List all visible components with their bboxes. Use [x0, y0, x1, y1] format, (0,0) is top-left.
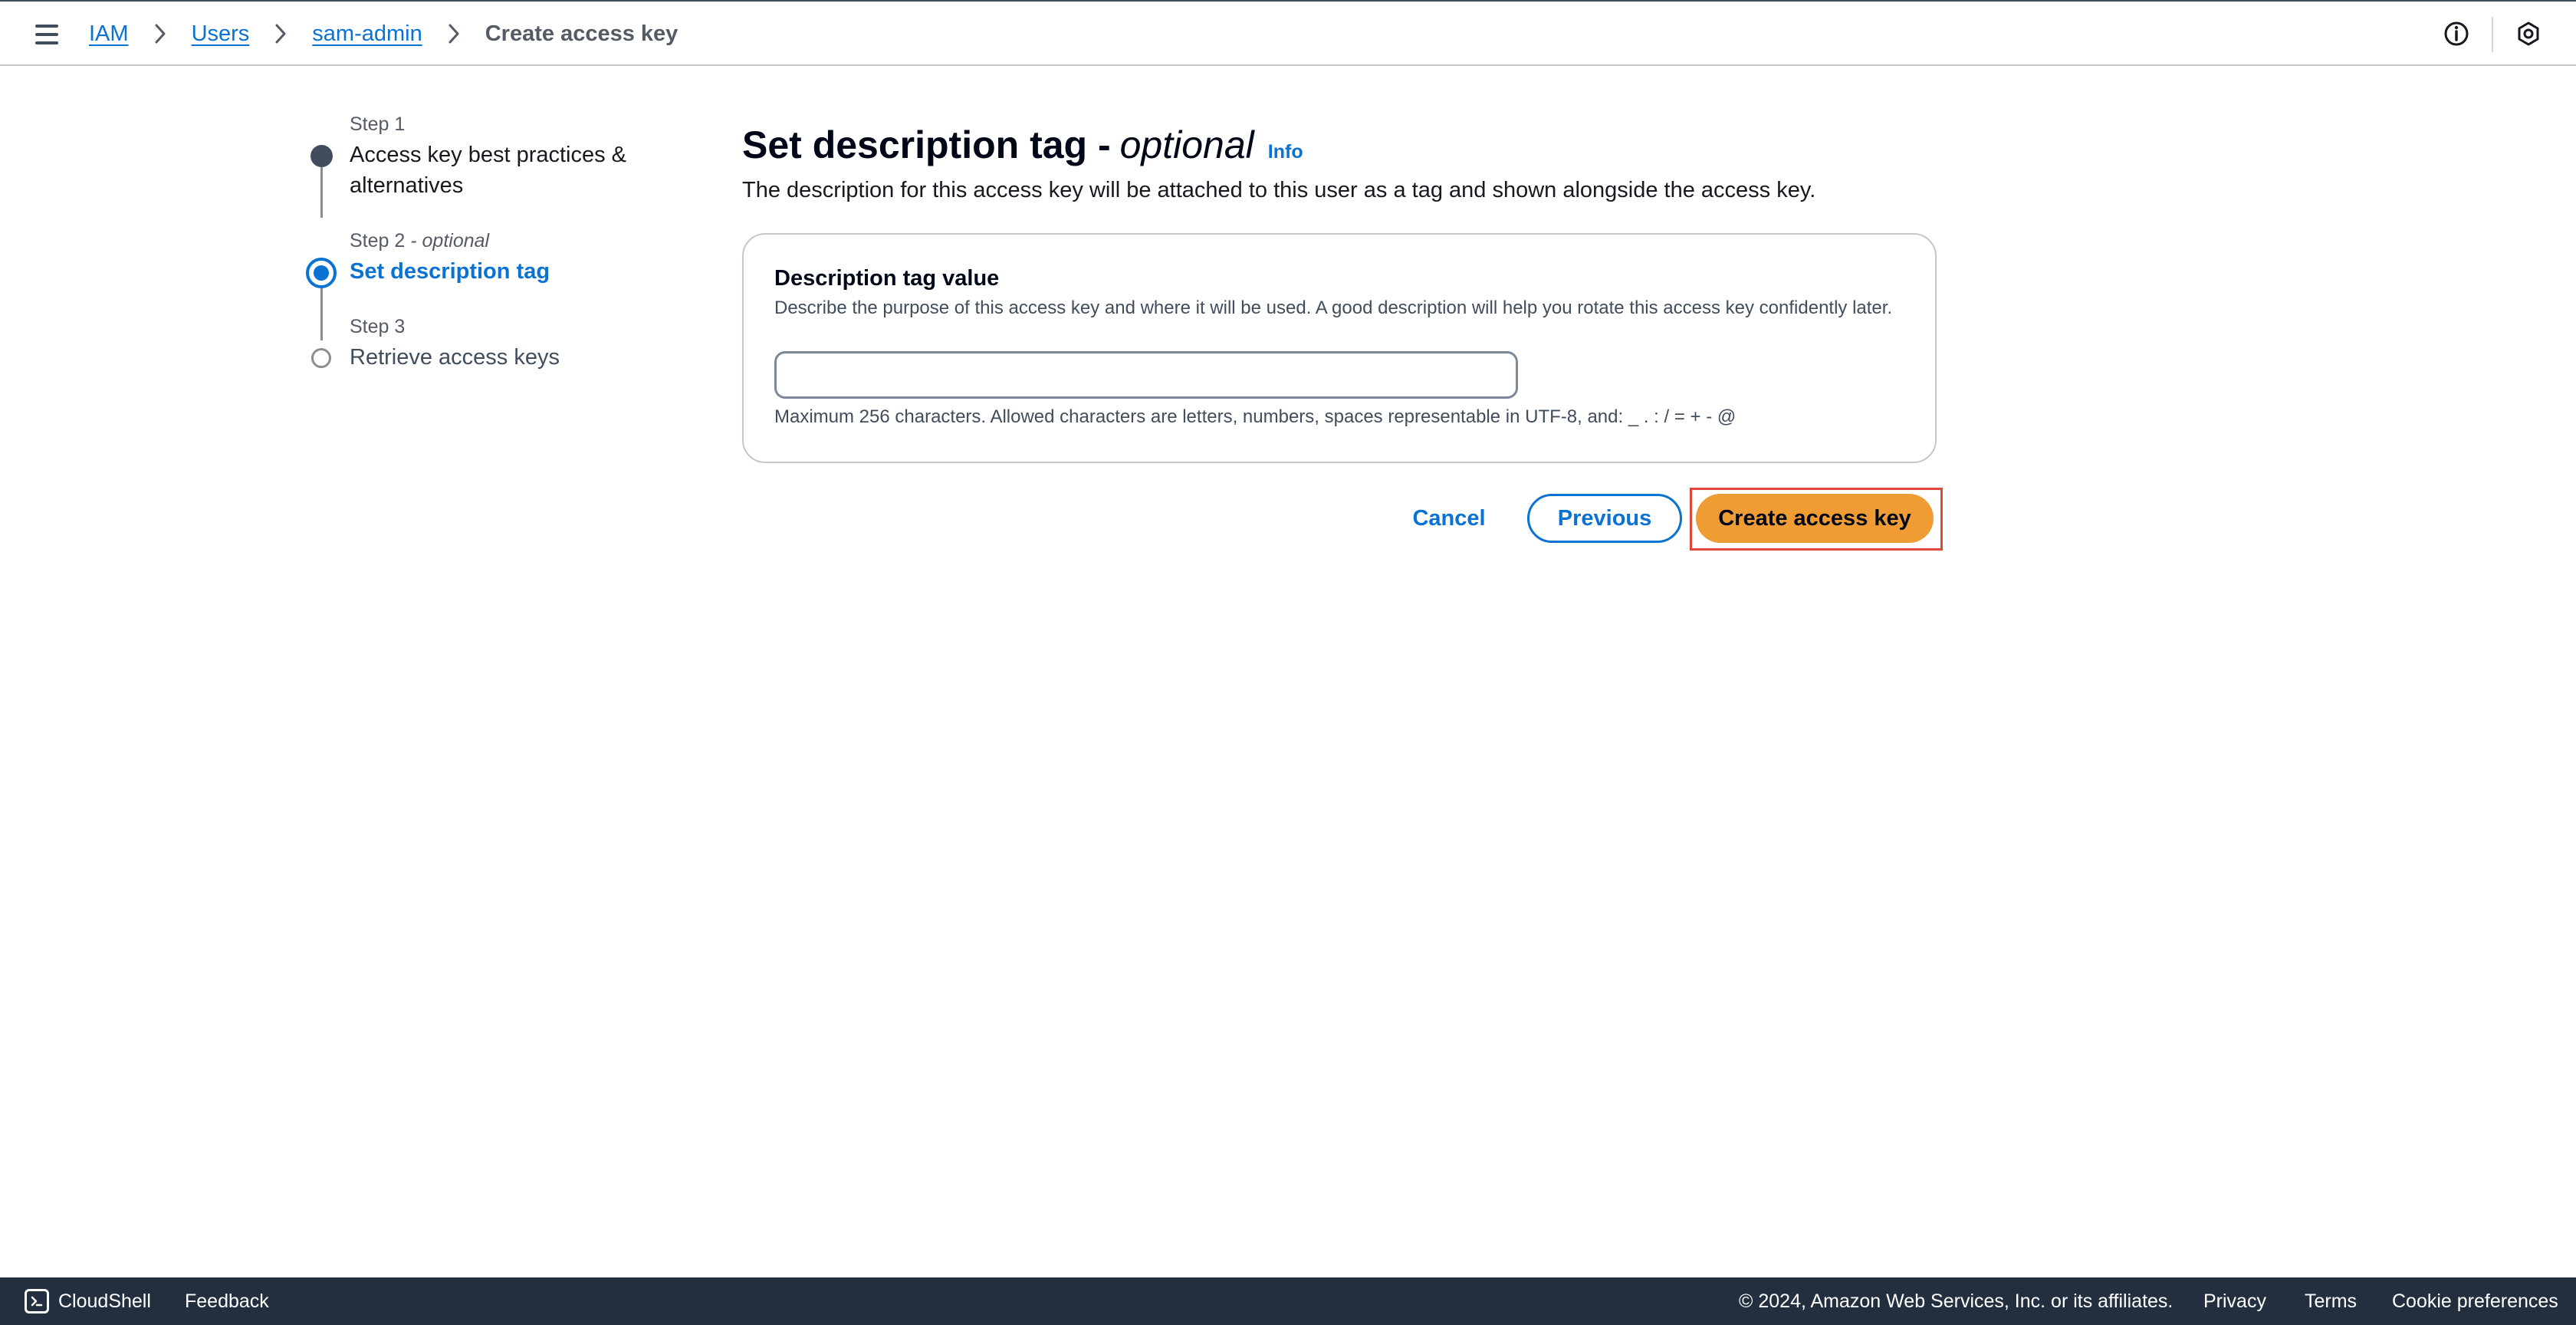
info-icon[interactable] — [2441, 18, 2472, 49]
step-1-title-line2: alternatives — [350, 173, 464, 198]
info-link[interactable]: Info — [1268, 141, 1303, 163]
chevron-right-icon — [438, 22, 470, 45]
step-2-optional: - optional — [410, 230, 490, 252]
description-tag-constraint: Maximum 256 characters. Allowed characte… — [774, 406, 1737, 427]
breadcrumb-sam-admin[interactable]: sam-admin — [312, 21, 422, 47]
breadcrumb: IAM Users sam-admin Create access key — [89, 2, 678, 66]
cancel-button[interactable]: Cancel — [1395, 494, 1503, 543]
breadcrumb-current: Create access key — [485, 21, 678, 46]
toolbar-divider — [2492, 17, 2493, 52]
step-2-title: Set description tag — [350, 259, 550, 284]
menu-icon[interactable] — [32, 20, 61, 49]
description-tag-input[interactable] — [774, 351, 1518, 399]
step-1-label: Step 1 — [350, 113, 406, 135]
cloudshell-label: CloudShell — [58, 1290, 151, 1312]
step-3-title: Retrieve access keys — [350, 345, 560, 370]
chevron-right-icon — [144, 22, 176, 45]
description-tag-label: Description tag value — [774, 266, 1000, 291]
cloudshell-icon — [25, 1289, 49, 1313]
chevron-right-icon — [264, 22, 297, 45]
terms-link[interactable]: Terms — [2305, 1277, 2357, 1325]
cloudshell-button[interactable]: CloudShell — [25, 1277, 151, 1325]
page-description: The description for this access key will… — [742, 178, 1816, 202]
settings-icon[interactable] — [2513, 18, 2544, 49]
copyright-text: © 2024, Amazon Web Services, Inc. or its… — [1739, 1290, 2174, 1312]
step-1-completed-dot — [310, 145, 333, 167]
top-navigation-bar: IAM Users sam-admin Create access key — [0, 0, 2576, 66]
step-2-label: Step 2 - optional — [350, 230, 489, 252]
create-access-key-button[interactable]: Create access key — [1696, 494, 1934, 543]
breadcrumb-users[interactable]: Users — [192, 21, 250, 47]
breadcrumb-iam[interactable]: IAM — [89, 21, 129, 47]
step-2-label-text: Step 2 — [350, 230, 406, 252]
step-1-title-line1: Access key best practices & — [350, 143, 627, 167]
page-title: Set description tag - optional Info — [742, 123, 1303, 167]
step-connector — [320, 167, 323, 218]
step-connector — [320, 285, 323, 340]
description-tag-help: Describe the purpose of this access key … — [774, 298, 1893, 318]
step-3-upcoming-dot — [311, 348, 331, 368]
cookie-preferences-link[interactable]: Cookie preferences — [2392, 1277, 2558, 1325]
step-1-title[interactable]: Access key best practices & alternatives — [350, 140, 626, 201]
previous-button[interactable]: Previous — [1527, 494, 1682, 543]
step-3-label: Step 3 — [350, 316, 406, 337]
feedback-link[interactable]: Feedback — [185, 1277, 269, 1325]
privacy-link[interactable]: Privacy — [2203, 1277, 2266, 1325]
page-title-optional: optional — [1119, 123, 1254, 166]
page-title-text: Set description tag - — [742, 123, 1111, 166]
footer: CloudShell Feedback © 2024, Amazon Web S… — [0, 1277, 2576, 1325]
step-2-current-dot — [306, 258, 337, 288]
